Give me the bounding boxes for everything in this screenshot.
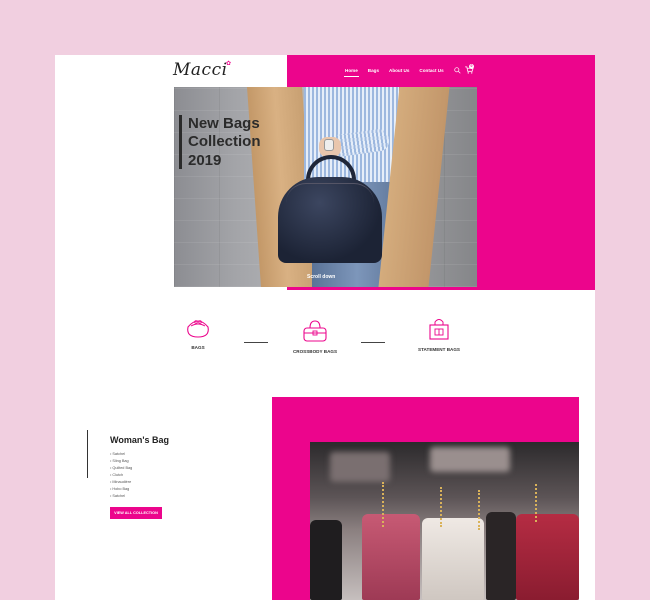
watch [324,139,334,151]
category-statement-bags[interactable]: STATEMENT BAGS [413,317,465,352]
hero-title-line1: New Bags [188,115,260,132]
bag-type-list: Satchel Sling Bag Quilted Bag Clutch Min… [110,451,132,500]
gold-chain [440,487,444,527]
background-blur [330,452,390,482]
nav-bags[interactable]: Bags [368,68,379,73]
category-divider [244,342,268,343]
brand-logo[interactable]: Macci [173,60,228,80]
hero-title-bar [179,115,182,169]
bags-display-photo [310,442,579,600]
crossbody-bag-icon [303,320,327,342]
main-nav: Home Bags About Us Contact Us [344,68,444,77]
gold-chain [535,484,539,522]
cart-count-badge: 0 [469,64,474,69]
list-item: Minaudière [110,479,132,486]
list-item: Satchel [110,451,132,458]
category-divider [361,342,385,343]
logo-ornament-icon: ✿ [226,61,232,67]
category-label: STATEMENT BAGS [418,347,460,352]
list-item: Quilted Bag [110,465,132,472]
purse-icon [187,320,209,338]
hero-image: New Bags Collection 2019 Scroll down [174,87,477,287]
red-bag [516,514,579,600]
nav-home[interactable]: Home [344,68,359,77]
hero-title-line3: 2019 [188,151,222,169]
nav-about-us[interactable]: About Us [389,68,409,73]
scroll-down-link[interactable]: Scroll down [307,274,335,280]
category-bags[interactable]: BAGS [181,317,215,350]
black-bag [310,520,342,600]
view-all-collection-button[interactable]: VIEW ALL COLLECTION [110,507,162,519]
gold-chain [382,482,386,527]
white-bag [422,518,484,600]
category-label: BAGS [191,345,205,350]
list-item: Sling Bag [110,458,132,465]
hero-title: New Bags Collection 2019 [188,115,298,170]
category-label: CROSSBODY BAGS [292,349,338,354]
pink-bag [362,514,420,600]
list-item: Hobo Bag [110,486,132,493]
dark-bag [486,512,516,600]
section-title: Woman's Bag [110,435,169,445]
shopping-bag-icon [429,319,449,340]
list-item: Satchel [110,493,132,500]
list-item: Clutch [110,472,132,479]
page: Macci ✿ Home Bags About Us Contact Us 0 … [55,55,595,600]
background-blur [430,447,510,472]
gold-chain [478,490,482,530]
nav-contact-us[interactable]: Contact Us [419,68,443,73]
handbag-zip [286,183,374,203]
search-icon[interactable] [454,67,461,74]
hero-title-line2: Collection [188,133,261,151]
category-crossbody-bags[interactable]: CROSSBODY BAGS [289,319,341,354]
section-title-bar [87,430,88,478]
